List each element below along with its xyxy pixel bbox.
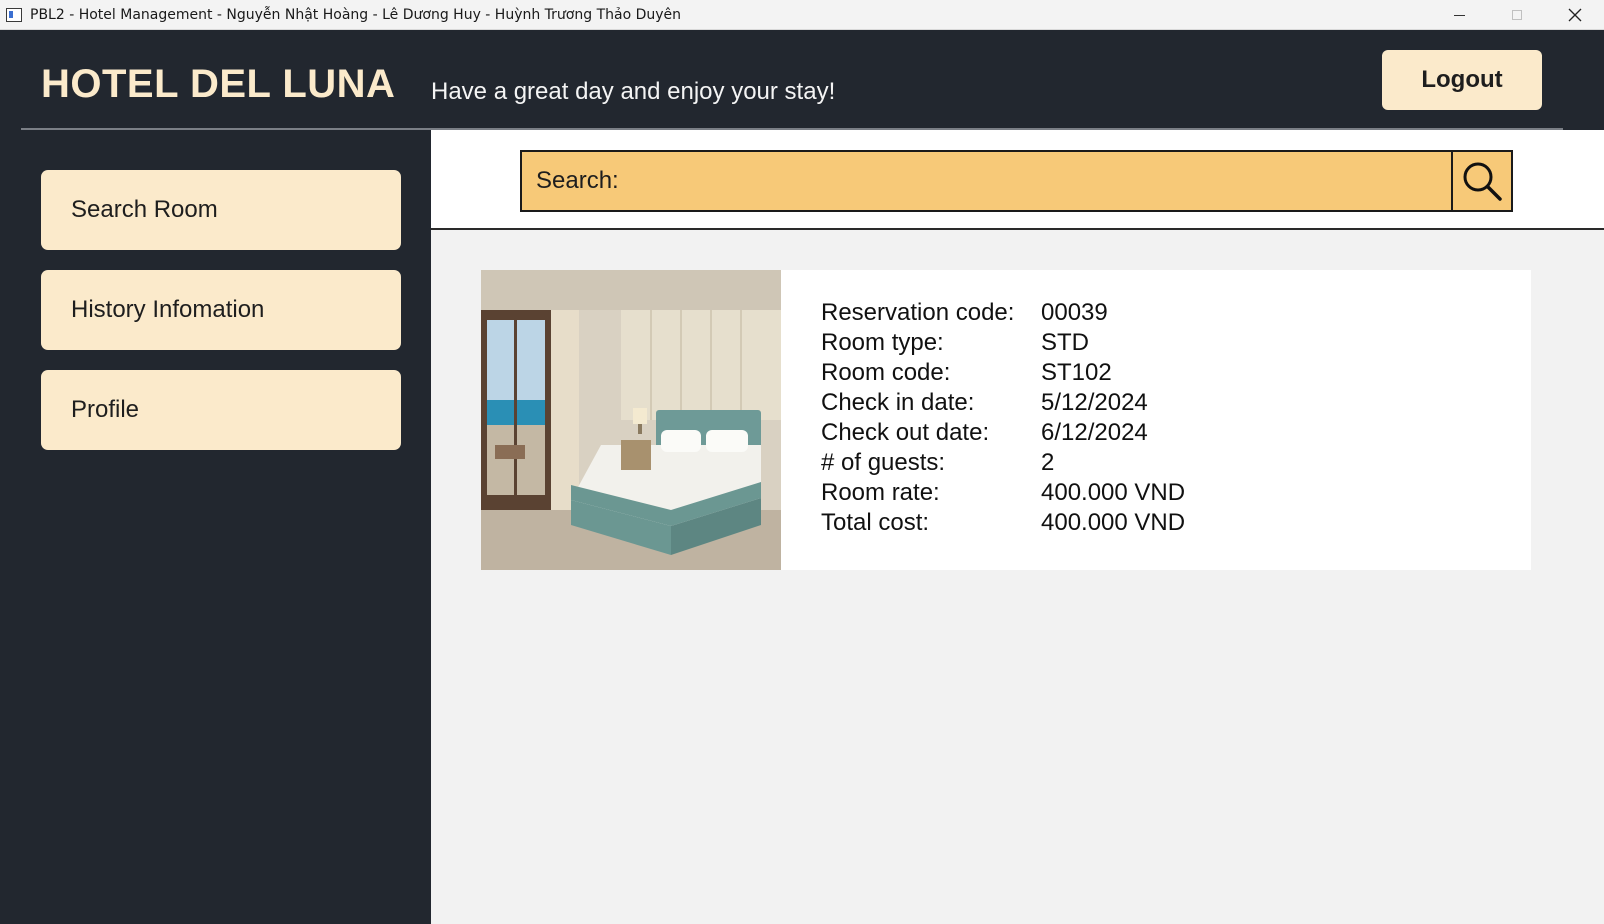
app-window: PBL2 - Hotel Management - Nguyễn Nhật Ho… [0, 0, 1604, 924]
search-label: Search: [536, 167, 619, 194]
detail-row-total-cost: Total cost: 400.000 VND [821, 508, 1185, 538]
detail-label: Room code: [821, 359, 951, 386]
search-divider [431, 228, 1604, 230]
maximize-icon [1512, 10, 1522, 20]
detail-row-reservation-code: Reservation code: 00039 [821, 298, 1185, 328]
detail-label: Reservation code: [821, 299, 1015, 326]
detail-value: 400.000 VND [1041, 479, 1186, 506]
sidebar-item-profile[interactable]: Profile [41, 370, 401, 450]
sidebar-item-search-room[interactable]: Search Room [41, 170, 401, 250]
detail-value: 2 [1041, 449, 1055, 476]
maximize-button[interactable] [1488, 0, 1546, 30]
detail-value: 5/12/2024 [1041, 389, 1148, 416]
detail-row-check-out-date: Check out date: 6/12/2024 [821, 418, 1185, 448]
minimize-icon [1453, 14, 1465, 16]
reservation-details: Reservation code: 00039 Room type: STD R… [821, 298, 1185, 538]
app-icon [6, 7, 22, 22]
detail-label: Total cost: [821, 509, 930, 536]
detail-row-room-type: Room type: STD [821, 328, 1185, 358]
window-titlebar: PBL2 - Hotel Management - Nguyễn Nhật Ho… [0, 0, 1604, 30]
window-title: PBL2 - Hotel Management - Nguyễn Nhật Ho… [30, 6, 682, 23]
window-controls [1430, 0, 1604, 30]
detail-value: 00039 [1041, 299, 1108, 326]
brand-title: HOTEL DEL LUNA [41, 62, 396, 106]
detail-row-room-rate: Room rate: 400.000 VND [821, 478, 1185, 508]
sidebar-item-label: History Infomation [71, 296, 265, 323]
detail-row-room-code: Room code: ST102 [821, 358, 1185, 388]
room-photo [481, 270, 781, 570]
logout-button[interactable]: Logout [1382, 50, 1542, 110]
search-bar-area: Search: [431, 130, 1604, 228]
close-icon [1568, 8, 1582, 22]
detail-row-check-in-date: Check in date: 5/12/2024 [821, 388, 1185, 418]
sidebar-item-label: Search Room [71, 196, 218, 223]
app-header: HOTEL DEL LUNA Have a great day and enjo… [0, 30, 1604, 130]
search-icon [1463, 162, 1502, 201]
detail-row-guests: # of guests: 2 [821, 448, 1185, 478]
sidebar-item-history-information[interactable]: History Infomation [41, 270, 401, 350]
detail-value: ST102 [1041, 359, 1112, 386]
search-input[interactable]: Search: [520, 150, 1453, 212]
detail-label: # of guests: [821, 449, 946, 476]
header-tagline: Have a great day and enjoy your stay! [431, 78, 836, 105]
minimize-button[interactable] [1430, 0, 1488, 30]
detail-label: Room rate: [821, 479, 940, 506]
detail-value: STD [1041, 329, 1089, 356]
sidebar-item-label: Profile [71, 396, 140, 423]
detail-label: Check in date: [821, 389, 975, 416]
detail-value: 6/12/2024 [1041, 419, 1148, 446]
detail-value: 400.000 VND [1041, 509, 1186, 536]
main-content: Search: Reservation code: 00039 Room typ… [431, 130, 1604, 924]
close-button[interactable] [1546, 0, 1604, 30]
detail-label: Room type: [821, 329, 944, 356]
reservation-card: Reservation code: 00039 Room type: STD R… [481, 270, 1531, 570]
detail-label: Check out date: [821, 419, 990, 446]
search-button[interactable] [1451, 150, 1513, 212]
sidebar: Search Room History Infomation Profile [0, 130, 431, 924]
